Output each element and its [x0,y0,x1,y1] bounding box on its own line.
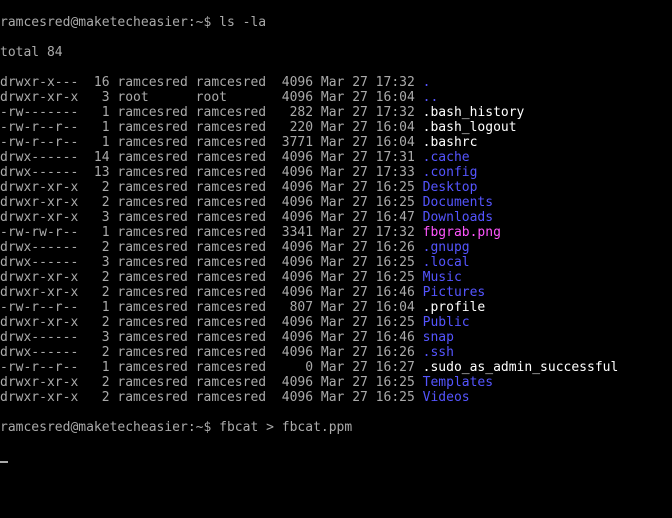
file-name: .gnupg [423,240,470,255]
command-text: ls -la [219,15,266,30]
file-row: drwx------ 3 ramcesred ramcesred 4096 Ma… [0,255,672,270]
cursor [0,461,8,463]
file-name: .bash_logout [423,120,517,135]
file-row: drwxr-xr-x 2 ramcesred ramcesred 4096 Ma… [0,285,672,300]
file-row: drwx------ 13 ramcesred ramcesred 4096 M… [0,165,672,180]
prompt-path: :~$ [188,420,219,435]
file-meta: drwxr-xr-x 3 ramcesred ramcesred 4096 Ma… [0,210,423,225]
file-meta: drwxr-xr-x 2 ramcesred ramcesred 4096 Ma… [0,375,423,390]
file-row: drwxr-xr-x 2 ramcesred ramcesred 4096 Ma… [0,270,672,285]
file-name: Documents [423,195,493,210]
file-meta: -rw-r--r-- 1 ramcesred ramcesred 3771 Ma… [0,135,423,150]
file-row: -rw-r--r-- 1 ramcesred ramcesred 0 Mar 2… [0,360,672,375]
file-meta: drwxr-x--- 16 ramcesred ramcesred 4096 M… [0,75,423,90]
total-line: total 84 [0,45,672,60]
file-name: .ssh [423,345,454,360]
file-meta: drwx------ 3 ramcesred ramcesred 4096 Ma… [0,330,423,345]
file-row: -rw------- 1 ramcesred ramcesred 282 Mar… [0,105,672,120]
file-name: Downloads [423,210,493,225]
file-row: -rw-rw-r-- 1 ramcesred ramcesred 3341 Ma… [0,225,672,240]
file-meta: drwxr-xr-x 2 ramcesred ramcesred 4096 Ma… [0,180,423,195]
file-name: .sudo_as_admin_successful [423,360,619,375]
file-row: drwxr-xr-x 2 ramcesred ramcesred 4096 Ma… [0,390,672,405]
file-name: .bashrc [423,135,478,150]
file-row: drwxr-xr-x 2 ramcesred ramcesred 4096 Ma… [0,315,672,330]
prompt-line-1: ramcesred@maketecheasier:~$ ls -la [0,15,672,30]
file-meta: -rw-r--r-- 1 ramcesred ramcesred 0 Mar 2… [0,360,423,375]
file-name: .profile [423,300,486,315]
file-row: drwxr-xr-x 2 ramcesred ramcesred 4096 Ma… [0,195,672,210]
cursor-line [0,450,672,465]
file-row: drwx------ 14 ramcesred ramcesred 4096 M… [0,150,672,165]
file-name: Templates [423,375,493,390]
file-row: drwxr-xr-x 3 ramcesred ramcesred 4096 Ma… [0,210,672,225]
file-meta: drwxr-xr-x 3 root root 4096 Mar 27 16:04 [0,90,423,105]
file-row: drwx------ 2 ramcesred ramcesred 4096 Ma… [0,345,672,360]
file-meta: drwxr-xr-x 2 ramcesred ramcesred 4096 Ma… [0,270,423,285]
prompt-line-2: ramcesred@maketecheasier:~$ fbcat > fbca… [0,420,672,435]
file-meta: drwx------ 14 ramcesred ramcesred 4096 M… [0,150,423,165]
prompt-user-host: ramcesred@maketecheasier [0,420,188,435]
file-meta: -rw-r--r-- 1 ramcesred ramcesred 807 Mar… [0,300,423,315]
prompt-path: :~$ [188,15,219,30]
file-row: drwxr-x--- 16 ramcesred ramcesred 4096 M… [0,75,672,90]
file-row: drwxr-xr-x 3 root root 4096 Mar 27 16:04… [0,90,672,105]
file-row: drwx------ 2 ramcesred ramcesred 4096 Ma… [0,240,672,255]
file-meta: drwx------ 3 ramcesred ramcesred 4096 Ma… [0,255,423,270]
file-meta: -rw-r--r-- 1 ramcesred ramcesred 220 Mar… [0,120,423,135]
file-meta: drwx------ 2 ramcesred ramcesred 4096 Ma… [0,240,423,255]
file-name: Pictures [423,285,486,300]
file-meta: drwxr-xr-x 2 ramcesred ramcesred 4096 Ma… [0,315,423,330]
file-row: drwx------ 3 ramcesred ramcesred 4096 Ma… [0,330,672,345]
file-meta: drwx------ 2 ramcesred ramcesred 4096 Ma… [0,345,423,360]
file-name: .bash_history [423,105,525,120]
file-name: fbgrab.png [423,225,501,240]
file-meta: drwxr-xr-x 2 ramcesred ramcesred 4096 Ma… [0,195,423,210]
file-name: Desktop [423,180,478,195]
file-name: .cache [423,150,470,165]
command-text: fbcat > fbcat.ppm [219,420,352,435]
file-meta: -rw------- 1 ramcesred ramcesred 282 Mar… [0,105,423,120]
file-meta: drwx------ 13 ramcesred ramcesred 4096 M… [0,165,423,180]
file-name: snap [423,330,454,345]
file-name: .local [423,255,470,270]
file-meta: drwxr-xr-x 2 ramcesred ramcesred 4096 Ma… [0,285,423,300]
file-listing: drwxr-x--- 16 ramcesred ramcesred 4096 M… [0,75,672,405]
prompt-user-host: ramcesred@maketecheasier [0,15,188,30]
file-row: drwxr-xr-x 2 ramcesred ramcesred 4096 Ma… [0,375,672,390]
file-name: . [423,75,431,90]
file-name: Videos [423,390,470,405]
file-name: .config [423,165,478,180]
file-name: .. [423,90,439,105]
file-row: drwxr-xr-x 2 ramcesred ramcesred 4096 Ma… [0,180,672,195]
file-row: -rw-r--r-- 1 ramcesred ramcesred 3771 Ma… [0,135,672,150]
file-name: Public [423,315,470,330]
file-meta: drwxr-xr-x 2 ramcesred ramcesred 4096 Ma… [0,390,423,405]
file-name: Music [423,270,462,285]
file-row: -rw-r--r-- 1 ramcesred ramcesred 220 Mar… [0,120,672,135]
file-meta: -rw-rw-r-- 1 ramcesred ramcesred 3341 Ma… [0,225,423,240]
file-row: -rw-r--r-- 1 ramcesred ramcesred 807 Mar… [0,300,672,315]
terminal-output[interactable]: ramcesred@maketecheasier:~$ ls -la total… [0,0,672,480]
